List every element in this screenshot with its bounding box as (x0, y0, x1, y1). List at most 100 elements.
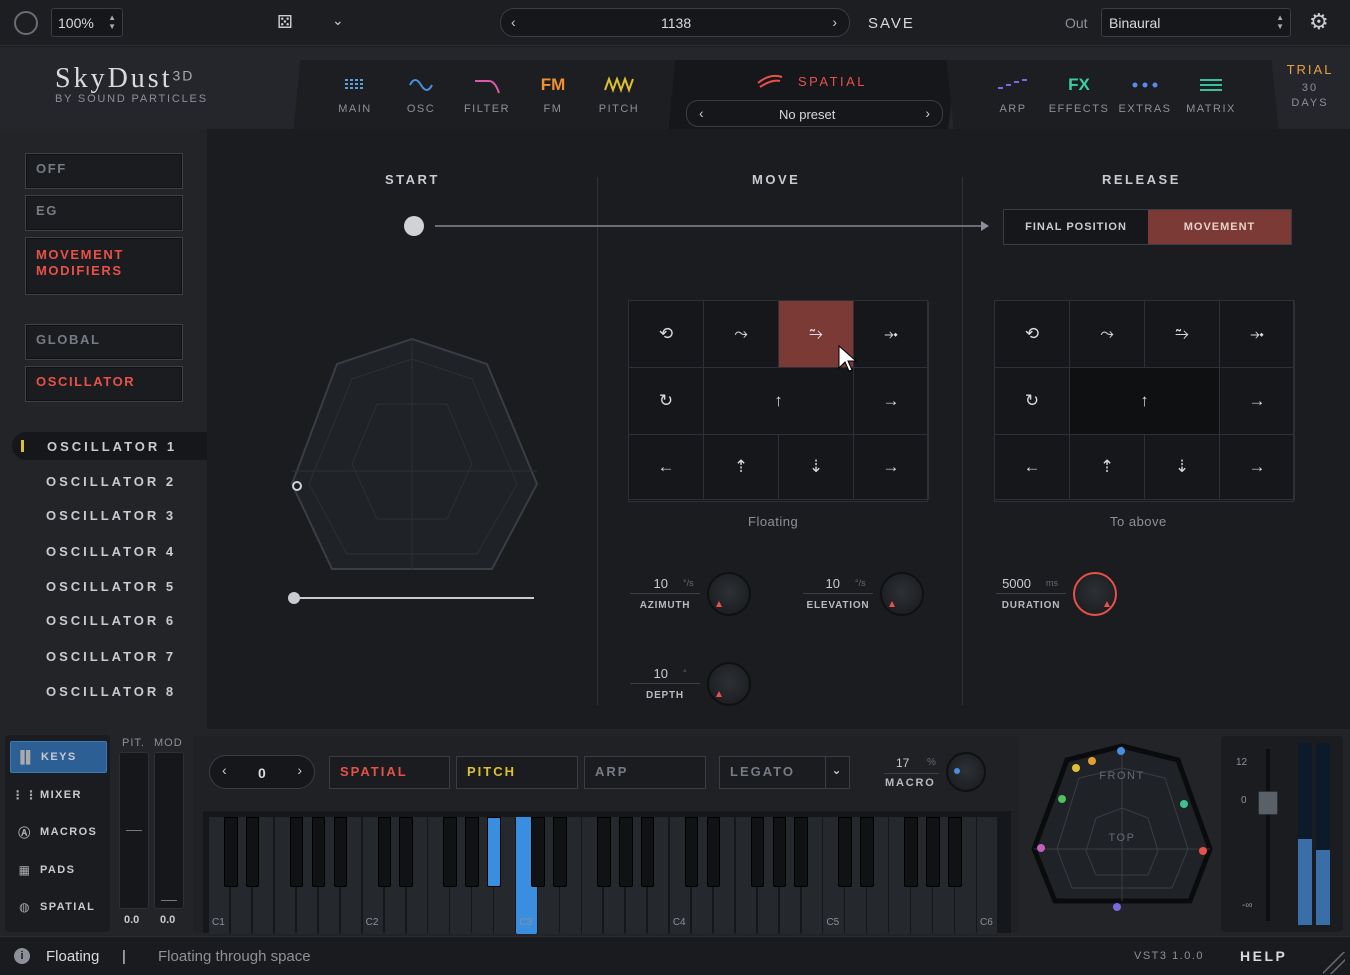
tab-effects[interactable]: FX EFFECTS (1046, 47, 1112, 129)
release-rotate-button[interactable]: ↻ (995, 368, 1070, 435)
depth-value[interactable]: 10 (633, 666, 668, 681)
spatial-pad-button[interactable]: SPATIAL (329, 756, 450, 789)
mod-wheel[interactable] (154, 752, 184, 909)
black-key[interactable] (926, 817, 940, 887)
dice-icon[interactable]: ⚄ (277, 12, 293, 33)
sidebar-item-oscillator-3[interactable]: OSCILLATOR 3 (46, 508, 176, 523)
menu-keys[interactable]: ▐▌ KEYS (10, 741, 107, 773)
black-key[interactable] (443, 817, 457, 887)
move-up-button[interactable]: ↑ (704, 368, 854, 435)
help-button[interactable]: HELP (1240, 948, 1287, 964)
black-key[interactable] (904, 817, 918, 887)
move-rotate-button[interactable]: ↻ (629, 368, 704, 435)
eg-button[interactable]: EG (25, 195, 183, 231)
octave-up-button[interactable]: › (297, 762, 302, 778)
black-key[interactable] (377, 817, 392, 887)
legato-select[interactable]: LEGATO ⌄ (719, 756, 850, 789)
movement-modifiers-button[interactable]: MOVEMENT MODIFIERS (25, 237, 183, 295)
depth-knob[interactable] (707, 662, 751, 706)
tab-extras[interactable]: EXTRAS (1112, 47, 1178, 129)
move-left-button[interactable]: ← (629, 435, 704, 500)
sidebar-item-oscillator-7[interactable]: OSCILLATOR 7 (46, 649, 176, 664)
tab-matrix[interactable]: MATRIX (1178, 47, 1244, 129)
black-key[interactable] (596, 817, 611, 887)
black-key[interactable] (487, 817, 501, 887)
black-key[interactable] (684, 817, 699, 887)
prev-spatial-preset-button[interactable]: ‹ (699, 105, 704, 121)
black-key[interactable] (706, 817, 721, 887)
move-to-right-point-button[interactable]: → (854, 368, 929, 435)
resize-handle-icon[interactable] (1323, 952, 1345, 974)
gear-icon[interactable]: ⚙ (1309, 9, 1329, 35)
chevron-down-icon[interactable]: ⌄ (332, 12, 344, 29)
black-key[interactable] (223, 817, 238, 887)
trial-badge[interactable]: TRIAL 30 DAYS (1280, 62, 1340, 109)
black-key[interactable] (838, 817, 852, 887)
menu-spatial[interactable]: ◍ SPATIAL (10, 891, 107, 923)
azimuth-value[interactable]: 10 (633, 576, 668, 591)
pitch-wheel[interactable] (119, 752, 149, 909)
tab-fm[interactable]: FM FM (520, 47, 586, 129)
black-key[interactable] (289, 817, 304, 887)
black-key[interactable] (245, 817, 260, 887)
azimuth-knob[interactable] (707, 572, 751, 616)
elevation-knob[interactable] (880, 572, 924, 616)
prev-preset-button[interactable]: ‹ (511, 14, 516, 30)
volume-fader-handle[interactable] (1258, 791, 1278, 815)
release-to-point-button[interactable]: ⤞ (1220, 301, 1295, 368)
menu-macros[interactable]: Ⓐ MACROS (10, 816, 107, 848)
arp-pad-button[interactable]: ARP (584, 756, 706, 789)
move-rise-button[interactable]: ⇡ (704, 435, 779, 500)
depth-slider[interactable] (282, 587, 542, 607)
spatial-overview[interactable]: FRONT TOP (1030, 743, 1215, 918)
menu-mixer[interactable]: ⋮⋮ MIXER (10, 779, 107, 811)
sidebar-item-oscillator-8[interactable]: OSCILLATOR 8 (46, 684, 176, 699)
black-key[interactable] (553, 817, 567, 887)
release-orbit-button[interactable]: ⟲ (995, 301, 1070, 368)
pitch-pad-button[interactable]: PITCH (456, 756, 578, 789)
sidebar-item-oscillator-1[interactable]: OSCILLATOR 1 (47, 439, 177, 454)
final-position-button[interactable]: FINAL POSITION (1004, 210, 1148, 244)
tab-osc[interactable]: OSC (388, 47, 454, 129)
sidebar-item-oscillator-2[interactable]: OSCILLATOR 2 (46, 474, 176, 489)
octave-down-button[interactable]: ‹ (222, 762, 227, 778)
move-to-point-button[interactable]: ⤞ (854, 301, 929, 368)
tab-filter[interactable]: FILTER (454, 47, 520, 129)
tab-pitch[interactable]: PITCH (586, 47, 652, 129)
black-key[interactable] (399, 817, 414, 887)
release-floating-button[interactable]: ⥲ (1145, 301, 1220, 368)
tab-arp[interactable]: ARP (980, 47, 1046, 129)
black-key[interactable] (618, 817, 633, 887)
black-key[interactable] (640, 817, 655, 887)
move-wave-button[interactable]: ⤳ (704, 301, 779, 368)
release-left-button[interactable]: ← (995, 435, 1070, 500)
black-key[interactable] (531, 817, 545, 887)
sidebar-item-oscillator-5[interactable]: OSCILLATOR 5 (46, 579, 176, 594)
next-preset-button[interactable]: › (832, 14, 837, 30)
global-button[interactable]: GLOBAL (25, 324, 183, 360)
off-button[interactable]: OFF (25, 153, 183, 189)
macro-knob[interactable] (946, 752, 986, 792)
octave-value[interactable]: 0 (258, 765, 266, 781)
black-key[interactable] (333, 817, 348, 887)
movement-button[interactable]: MOVEMENT (1148, 210, 1291, 244)
tab-main[interactable]: MAIN (322, 47, 388, 129)
move-orbit-button[interactable]: ⟲ (629, 301, 704, 368)
zoom-select[interactable]: 100% ▲ ▼ (51, 8, 123, 37)
duration-knob[interactable] (1073, 572, 1117, 616)
info-icon[interactable]: i (14, 948, 30, 964)
duration-value[interactable]: 5000 (996, 576, 1031, 591)
release-to-right-point-button[interactable]: → (1220, 368, 1295, 435)
move-right-button[interactable]: → (854, 435, 929, 500)
spatial-preset-name[interactable]: No preset (779, 107, 835, 122)
sidebar-item-oscillator-6[interactable]: OSCILLATOR 6 (46, 613, 176, 628)
black-key[interactable] (465, 817, 479, 887)
next-spatial-preset-button[interactable]: › (925, 105, 930, 121)
release-right-button[interactable]: → (1220, 435, 1295, 500)
black-key[interactable] (750, 817, 765, 887)
out-select[interactable]: Binaural ▲ ▼ (1101, 8, 1291, 37)
black-key[interactable] (948, 817, 962, 887)
menu-pads[interactable]: ▦ PADS (10, 854, 107, 886)
elevation-value[interactable]: 10 (805, 576, 840, 591)
sidebar-item-oscillator-4[interactable]: OSCILLATOR 4 (46, 544, 176, 559)
